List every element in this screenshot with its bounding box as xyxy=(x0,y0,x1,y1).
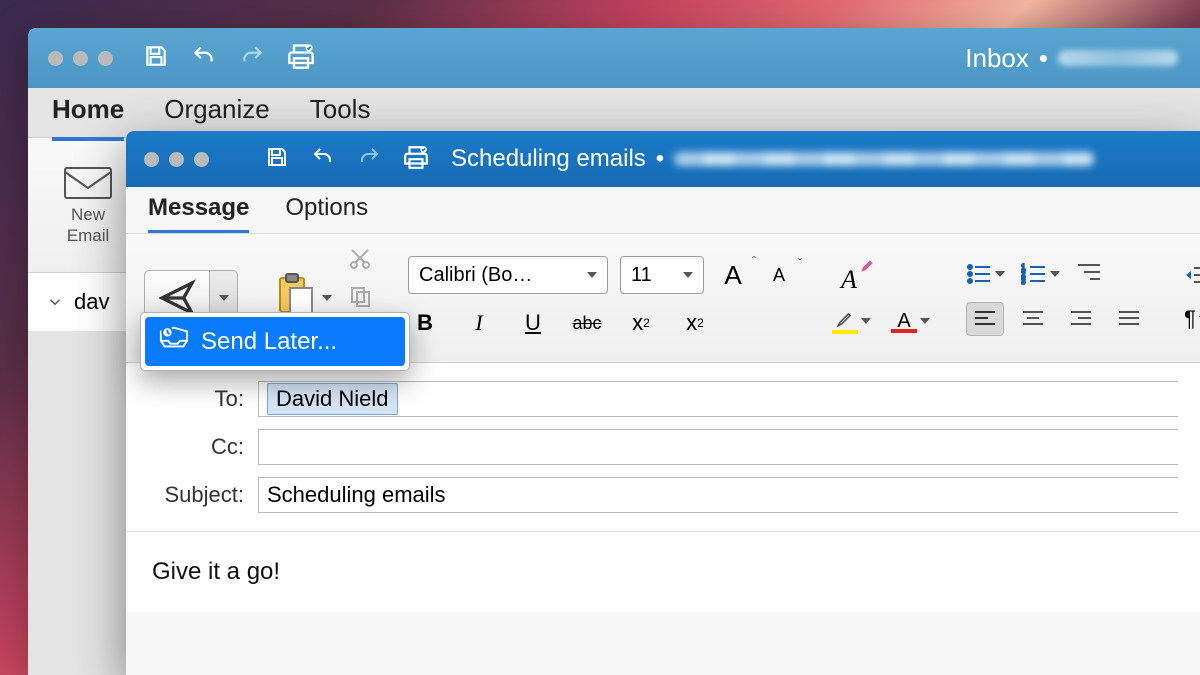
clock-outbox-icon xyxy=(159,325,189,358)
compose-titlebar: Scheduling emails • xyxy=(126,131,1200,187)
tab-tools[interactable]: Tools xyxy=(310,94,371,131)
new-email-button[interactable]: New Email xyxy=(48,164,128,247)
align-justify-button[interactable] xyxy=(1110,302,1148,336)
decrease-indent-button[interactable] xyxy=(1184,265,1200,292)
subject-value: Scheduling emails xyxy=(267,482,446,508)
print-icon[interactable] xyxy=(287,42,315,75)
close-icon[interactable] xyxy=(48,51,63,66)
redo-icon[interactable] xyxy=(239,43,265,74)
account-name-blurred xyxy=(1058,50,1178,66)
shrink-font-button[interactable]: A ˇ xyxy=(762,258,796,292)
window-controls[interactable] xyxy=(48,51,113,66)
to-field[interactable]: David Nield xyxy=(258,381,1178,417)
align-left-button[interactable] xyxy=(966,302,1004,336)
cc-label: Cc: xyxy=(148,434,258,460)
send-dropdown-menu: Send Later... xyxy=(140,312,410,371)
svg-text:3: 3 xyxy=(1021,277,1026,285)
inbox-title: Inbox xyxy=(965,43,1029,74)
new-email-label-2: Email xyxy=(48,225,128,246)
undo-icon[interactable] xyxy=(191,43,217,74)
highlight-swatch xyxy=(832,330,858,334)
align-center-button[interactable] xyxy=(1014,302,1052,336)
message-body[interactable]: Give it a go! xyxy=(126,532,1200,612)
to-recipient-chip[interactable]: David Nield xyxy=(267,383,398,415)
tab-message[interactable]: Message xyxy=(148,194,249,226)
bold-button[interactable]: B xyxy=(408,306,442,340)
number-list-button[interactable]: 123 xyxy=(1021,263,1060,285)
font-color-button[interactable]: A xyxy=(891,310,930,333)
compose-title: Scheduling emails xyxy=(451,145,646,173)
zoom-icon[interactable] xyxy=(98,51,113,66)
font-family-combo[interactable]: Calibri (Bo… xyxy=(408,256,608,294)
inbox-titlebar: Inbox • xyxy=(28,28,1200,88)
cc-field[interactable] xyxy=(258,429,1178,465)
compose-ribbon: Send Later... xyxy=(126,233,1200,363)
tab-home[interactable]: Home xyxy=(52,94,124,131)
subscript-button[interactable]: x2 xyxy=(624,306,658,340)
subject-label: Subject: xyxy=(148,482,258,508)
folder-label: dav xyxy=(74,289,109,315)
minimize-icon[interactable] xyxy=(169,152,184,167)
compose-window: Scheduling emails • Message Options xyxy=(126,131,1200,675)
send-later-item[interactable]: Send Later... xyxy=(145,317,405,366)
grow-font-button[interactable]: A ˆ xyxy=(716,258,750,292)
font-size-combo[interactable]: 11 xyxy=(620,256,704,294)
close-icon[interactable] xyxy=(144,152,159,167)
window-controls[interactable] xyxy=(144,152,209,167)
font-family-value: Calibri (Bo… xyxy=(419,264,532,287)
compose-ribbon-tabs: Message Options xyxy=(126,187,1200,233)
send-later-label: Send Later... xyxy=(201,328,337,356)
underline-button[interactable]: U xyxy=(516,306,550,340)
multilevel-list-button[interactable] xyxy=(1076,261,1102,288)
font-size-value: 11 xyxy=(631,264,652,287)
account-name-blurred xyxy=(674,152,1094,166)
save-icon[interactable] xyxy=(265,145,289,174)
print-icon[interactable] xyxy=(403,144,429,175)
tab-options[interactable]: Options xyxy=(285,194,368,226)
bullet-list-button[interactable] xyxy=(966,263,1005,285)
tab-organize[interactable]: Organize xyxy=(164,94,270,131)
paste-dropdown[interactable] xyxy=(322,295,332,301)
cut-icon[interactable] xyxy=(348,247,372,276)
body-text: Give it a go! xyxy=(152,558,280,585)
compose-headers: To: David Nield Cc: Subject: Scheduling … xyxy=(126,363,1200,532)
zoom-icon[interactable] xyxy=(194,152,209,167)
minimize-icon[interactable] xyxy=(73,51,88,66)
to-label: To: xyxy=(148,386,258,412)
strikethrough-button[interactable]: abc xyxy=(570,306,604,340)
align-right-button[interactable] xyxy=(1062,302,1100,336)
subject-field[interactable]: Scheduling emails xyxy=(258,477,1178,513)
italic-button[interactable]: I xyxy=(462,306,496,340)
copy-icon[interactable] xyxy=(348,284,372,313)
highlight-button[interactable] xyxy=(832,309,871,334)
superscript-button[interactable]: x2 xyxy=(678,306,712,340)
save-icon[interactable] xyxy=(143,43,169,74)
redo-icon[interactable] xyxy=(357,145,381,174)
clear-formatting-button[interactable]: A xyxy=(832,263,866,297)
text-direction-button[interactable]: ¶ xyxy=(1184,306,1200,332)
undo-icon[interactable] xyxy=(311,145,335,174)
new-email-label-1: New xyxy=(48,204,128,225)
